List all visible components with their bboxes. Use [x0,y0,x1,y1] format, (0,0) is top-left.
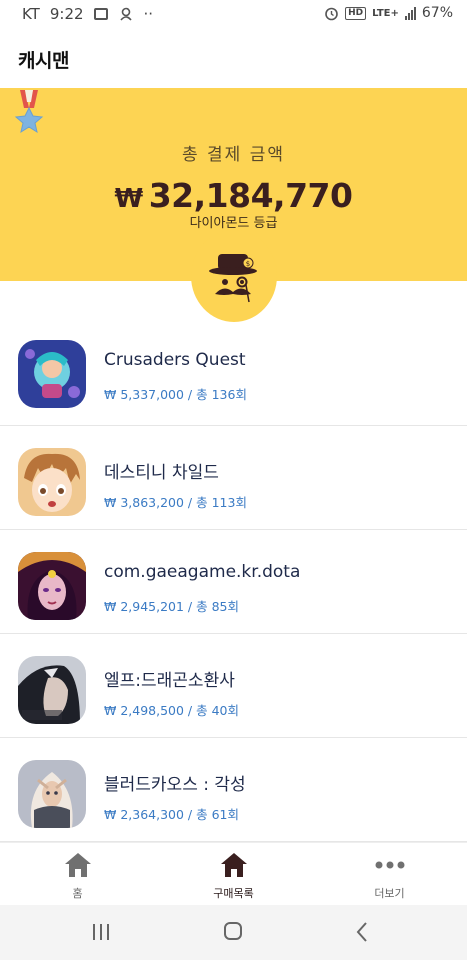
svg-text:$: $ [246,260,250,268]
back-icon[interactable] [348,919,378,945]
battery-text: 67% [421,5,453,21]
clock-text: 9:22 [49,5,84,23]
gallery-icon [93,8,108,20]
cashman-mascot-icon: $ [209,254,257,303]
system-navigation-bar [0,905,467,960]
status-bar: KT 9:22 ·· HD LTE+ 67% [0,0,467,30]
purchase-item[interactable]: 블러드카오스 : 각성 ₩ 2,364,300 / 총 61회 [0,738,467,842]
destiny-child-app-icon [18,448,86,516]
crusaders-quest-app-icon [18,340,86,408]
recent-apps-icon[interactable] [86,919,116,945]
blood-chaos-app-icon [18,760,86,828]
tab-purchase-list[interactable]: 구매목록 [156,843,311,906]
purchase-detail: ₩ 2,945,201 / 총 85회 [104,599,239,614]
app-name: Crusaders Quest [104,350,246,370]
alarm-icon [325,7,338,20]
notification-app-icon [119,7,132,21]
more-notifications-icon: ·· [143,5,154,23]
app-name: 블러드카오스 : 각성 [104,775,246,795]
purchase-detail: ₩ 5,337,000 / 총 136회 [104,387,247,402]
bottom-navigation: 홈 구매목록 더보기 [0,842,467,905]
total-payment-label: 총 결제 금액 [181,145,285,165]
medal-icon [14,90,44,134]
tab-more-label: 더보기 [374,887,405,900]
dota-app-icon [18,552,86,620]
total-payment-amount: ₩32,184,770 [0,176,467,215]
purchase-item[interactable]: 엘프:드래곤소환사 ₩ 2,498,500 / 총 40회 [0,634,467,738]
home-button-icon[interactable] [218,919,248,945]
elf-dragon-summoner-app-icon [18,656,86,724]
purchase-list-home-icon [221,853,247,877]
app-title: 캐시맨 [18,50,69,72]
cashman-mascot: $ [191,230,277,322]
app-name: 데스티니 차일드 [104,463,219,483]
purchase-item[interactable]: com.gaeagame.kr.dota ₩ 2,945,201 / 총 85회 [0,530,467,634]
more-dots-icon [375,861,405,869]
grade-label: 다이아몬드 등급 [189,216,278,231]
purchase-detail: ₩ 2,364,300 / 총 61회 [104,807,239,822]
tab-purchase-list-label: 구매목록 [213,887,254,900]
currency-symbol: ₩ [114,184,144,214]
tab-home-label: 홈 [72,887,83,900]
purchase-detail: ₩ 3,863,200 / 총 113회 [104,495,247,510]
network-type: LTE+ [372,7,399,19]
carrier-text: KT [22,5,40,23]
app-name: 엘프:드래곤소환사 [104,671,235,691]
app-name: com.gaeagame.kr.dota [104,562,301,582]
total-amount-value: 32,184,770 [148,176,353,215]
purchase-item[interactable]: 데스티니 차일드 ₩ 3,863,200 / 총 113회 [0,426,467,530]
tab-home[interactable]: 홈 [0,843,155,906]
purchase-list: Crusaders Quest ₩ 5,337,000 / 총 136회 데스티… [0,318,467,842]
tab-more[interactable]: 더보기 [312,843,467,906]
purchase-detail: ₩ 2,498,500 / 총 40회 [104,703,239,718]
app-header: 캐시맨 [0,30,467,88]
purchase-item[interactable]: Crusaders Quest ₩ 5,337,000 / 총 136회 [0,318,467,426]
hd-voice-icon: HD [345,6,367,20]
signal-icon [404,6,416,20]
home-icon [65,853,91,877]
